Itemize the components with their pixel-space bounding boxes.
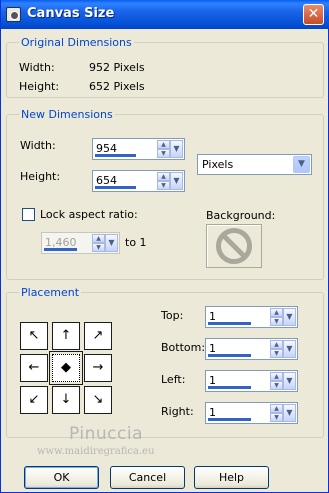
original-dimensions-group: Original Dimensions Width: 952 Pixels He…: [6, 36, 324, 98]
spin-arrows-icon[interactable]: ▲ ▼: [157, 172, 170, 190]
new-dimensions-group: New Dimensions Width: 954 ▲ ▼ ▼ Height: 6…: [6, 108, 324, 280]
units-value: Pixels: [202, 158, 234, 171]
width-label: Width:: [20, 139, 56, 152]
right-level-bar: [208, 418, 251, 421]
width-level-bar: [95, 154, 136, 157]
spin-arrows-icon[interactable]: ▲ ▼: [270, 340, 283, 358]
bottom-spinbox[interactable]: 1 ▲ ▼ ▼: [205, 338, 298, 360]
anchor-bottom-right-button[interactable]: ↘: [84, 386, 112, 414]
close-button[interactable]: ✕: [303, 4, 324, 25]
chevron-down-icon: ▼: [105, 234, 118, 252]
height-level-bar: [95, 186, 136, 189]
ok-button[interactable]: OK: [24, 466, 99, 489]
original-width-value: 952 Pixels: [89, 61, 145, 74]
placement-group: Placement ↖ ↑ ↗ ← ◆ → ↙ ↓ ↘ Top: 1 ▲ ▼ ▼ Bottom: …: [6, 286, 324, 438]
cancel-button[interactable]: Cancel: [110, 466, 185, 489]
top-label: Top:: [161, 309, 184, 322]
chevron-down-icon[interactable]: ▼: [283, 308, 296, 326]
anchor-left-button[interactable]: ←: [20, 354, 48, 382]
to-one-label: to 1: [125, 236, 147, 249]
title-bar[interactable]: Canvas Size ✕: [1, 0, 329, 29]
left-label: Left:: [161, 373, 186, 386]
watermark-name: Pinuccia: [69, 424, 143, 444]
right-label: Right:: [161, 405, 194, 418]
ratio-level-bar: [44, 248, 77, 251]
original-dimensions-label: Original Dimensions: [19, 36, 134, 49]
aspect-ratio-spinbox[interactable]: 1,460 ▲ ▼ ▼: [41, 232, 120, 254]
lock-aspect-checkbox[interactable]: [22, 208, 35, 221]
placement-label: Placement: [19, 286, 82, 299]
chevron-down-icon[interactable]: ▼: [170, 172, 183, 190]
spin-arrows-icon[interactable]: ▲ ▼: [157, 140, 170, 158]
close-icon: ✕: [307, 6, 320, 22]
left-level-bar: [208, 386, 251, 389]
top-level-bar: [208, 322, 251, 325]
window-title: Canvas Size: [27, 6, 115, 21]
bottom-level-bar: [208, 354, 251, 357]
chevron-down-icon[interactable]: ▼: [293, 156, 310, 173]
new-dimensions-label: New Dimensions: [19, 108, 115, 121]
spin-arrows-icon: ▲ ▼: [92, 234, 105, 252]
original-width-label: Width:: [19, 61, 55, 74]
chevron-down-icon[interactable]: ▼: [283, 372, 296, 390]
top-spinbox[interactable]: 1 ▲ ▼ ▼: [205, 306, 298, 328]
canvas-size-dialog: Canvas Size ✕ Original Dimensions Width:…: [0, 0, 329, 493]
canvas-app-icon: [6, 7, 21, 22]
width-spinbox[interactable]: 954 ▲ ▼ ▼: [92, 138, 185, 160]
original-height-value: 652 Pixels: [89, 80, 145, 93]
spin-arrows-icon[interactable]: ▲ ▼: [270, 404, 283, 422]
help-button[interactable]: Help: [194, 466, 269, 489]
original-height-label: Height:: [19, 80, 60, 93]
anchor-center-button[interactable]: ◆: [49, 351, 83, 385]
watermark-url: www.maidiregrafica.eu: [37, 446, 155, 457]
anchor-right-button[interactable]: →: [84, 354, 112, 382]
anchor-bottom-left-button[interactable]: ↙: [20, 386, 48, 414]
anchor-bottom-button[interactable]: ↓: [52, 386, 80, 414]
height-spinbox[interactable]: 654 ▲ ▼ ▼: [92, 170, 185, 192]
right-spinbox[interactable]: 1 ▲ ▼ ▼: [205, 402, 298, 424]
chevron-down-icon[interactable]: ▼: [283, 340, 296, 358]
left-spinbox[interactable]: 1 ▲ ▼ ▼: [205, 370, 298, 392]
spin-arrows-icon[interactable]: ▲ ▼: [270, 308, 283, 326]
chevron-down-icon[interactable]: ▼: [170, 140, 183, 158]
lock-aspect-label[interactable]: Lock aspect ratio:: [40, 208, 138, 221]
height-label: Height:: [20, 170, 61, 183]
bottom-label: Bottom:: [161, 341, 206, 354]
units-select[interactable]: Pixels ▼: [197, 154, 312, 175]
chevron-down-icon[interactable]: ▼: [283, 404, 296, 422]
no-symbol-icon: [216, 228, 252, 264]
anchor-top-right-button[interactable]: ↗: [84, 322, 112, 350]
background-label: Background:: [206, 209, 276, 222]
anchor-top-button[interactable]: ↑: [52, 322, 80, 350]
spin-arrows-icon[interactable]: ▲ ▼: [270, 372, 283, 390]
background-swatch[interactable]: [206, 224, 262, 268]
anchor-top-left-button[interactable]: ↖: [20, 322, 48, 350]
